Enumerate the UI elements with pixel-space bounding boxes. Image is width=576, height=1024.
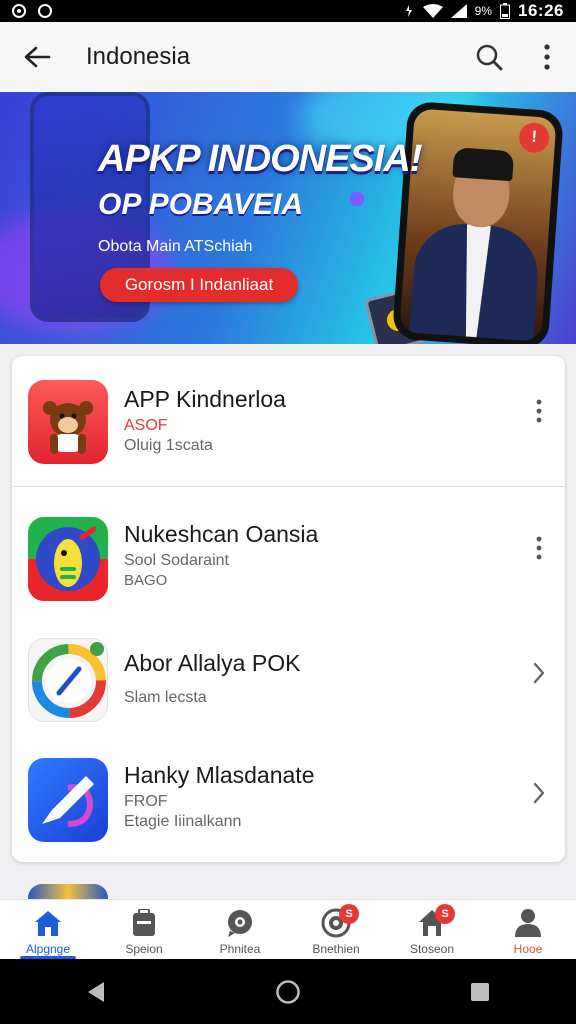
person-icon bbox=[515, 909, 541, 937]
nav-label: Phnitea bbox=[219, 942, 261, 956]
app-subtitle: Etagie Iiinalkann bbox=[124, 813, 242, 830]
home-icon bbox=[35, 911, 61, 936]
person-cap bbox=[452, 147, 515, 182]
nav-label: Hooe bbox=[513, 942, 543, 956]
system-home-button[interactable] bbox=[258, 962, 318, 1022]
chevron-right-icon bbox=[533, 782, 545, 804]
notification-badge: S bbox=[339, 904, 359, 924]
nav-label: Stoseon bbox=[409, 942, 455, 956]
shape-decoration bbox=[348, 190, 366, 208]
more-options-button[interactable] bbox=[518, 22, 576, 92]
system-navigation-bar bbox=[0, 959, 576, 1024]
phone-badge: ! bbox=[518, 121, 551, 154]
app-subtitle: BAGO bbox=[124, 572, 168, 589]
banner-subtitle: OP POBAVEIA bbox=[98, 188, 304, 221]
system-recents-button[interactable] bbox=[450, 962, 510, 1022]
status-bar: 9% 16:26 bbox=[0, 0, 576, 22]
search-button[interactable] bbox=[460, 22, 518, 92]
app-title: Hanky Mlasdanate bbox=[124, 762, 315, 788]
vibrate-icon bbox=[405, 5, 412, 17]
nav-label: Bnethien bbox=[312, 942, 360, 956]
system-back-button[interactable] bbox=[66, 962, 126, 1022]
app-bar: Indonesia bbox=[0, 22, 576, 92]
monkey-app-icon bbox=[28, 380, 108, 464]
app-tag: ASOF bbox=[124, 417, 168, 434]
arrow-back-icon bbox=[24, 46, 51, 68]
nav-label: Alpgnge bbox=[25, 942, 71, 956]
banner-cta-button[interactable]: Gorosm I Indanliaat bbox=[100, 268, 298, 302]
battery-percent: 9% bbox=[474, 4, 493, 18]
app-more-button[interactable] bbox=[527, 396, 551, 426]
pen-app-icon bbox=[28, 758, 108, 842]
briefcase-icon bbox=[133, 909, 155, 936]
colorful-app-icon bbox=[28, 517, 108, 601]
list-item[interactable]: Hanky Mlasdanate FROF Etagie Iiinalkann bbox=[12, 732, 565, 860]
signal-icon bbox=[450, 4, 467, 18]
app-open-button[interactable] bbox=[527, 778, 551, 808]
list-item[interactable]: Abor Allalya POK Slam lecsta bbox=[12, 612, 565, 732]
app-circle-icon bbox=[38, 4, 52, 18]
app-subtitle: Oluig 1scata bbox=[124, 437, 213, 454]
app-subtitle: Slam lecsta bbox=[124, 689, 207, 706]
list-item[interactable]: Nukeshcan Oansia Sool Sodaraint BAGO bbox=[12, 487, 565, 612]
nav-item-speion[interactable]: Speion bbox=[96, 900, 192, 959]
more-vert-icon bbox=[536, 399, 542, 423]
bottom-navigation: Alpgnge Speion Phnitea S Bnethien S Stos… bbox=[0, 899, 576, 959]
promo-banner[interactable]: ! APKP INDONESIA! OP POBAVEIA Obota Main… bbox=[0, 92, 576, 344]
back-triangle-icon bbox=[88, 981, 104, 1002]
app-open-button[interactable] bbox=[527, 658, 551, 688]
chat-icon bbox=[228, 910, 252, 937]
banner-title: APKP INDONESIA! bbox=[98, 138, 423, 180]
nav-item-phnitea[interactable]: Phnitea bbox=[192, 900, 288, 959]
search-icon bbox=[476, 44, 503, 71]
app-tag: FROF bbox=[124, 793, 168, 810]
app-title: Nukeshcan Oansia bbox=[124, 521, 319, 547]
nav-item-stoseon[interactable]: S Stoseon bbox=[384, 900, 480, 959]
nav-item-home[interactable]: Alpgnge bbox=[0, 900, 96, 959]
notification-icon bbox=[12, 4, 26, 18]
nav-item-hooe[interactable]: Hooe bbox=[480, 900, 576, 959]
app-title: Abor Allalya POK bbox=[124, 650, 301, 676]
home-circle-icon bbox=[276, 979, 300, 1004]
app-list-card: APP Kindnerloa ASOF Oluig 1scata Nukeshc… bbox=[12, 356, 565, 862]
recents-square-icon bbox=[471, 982, 489, 1001]
wifi-icon bbox=[422, 4, 443, 18]
page-title: Indonesia bbox=[86, 43, 191, 70]
compass-app-icon bbox=[28, 638, 108, 722]
list-item[interactable]: APP Kindnerloa ASOF Oluig 1scata bbox=[12, 356, 565, 486]
more-vert-icon bbox=[536, 536, 542, 560]
notification-badge: S bbox=[435, 904, 455, 924]
battery-icon bbox=[500, 3, 511, 19]
more-vert-icon bbox=[544, 44, 550, 70]
nav-label: Speion bbox=[125, 942, 163, 956]
banner-small-text: Obota Main ATSchiah bbox=[98, 238, 253, 255]
app-more-button[interactable] bbox=[527, 533, 551, 563]
status-time: 16:26 bbox=[518, 1, 564, 20]
app-tag: Sool Sodaraint bbox=[124, 552, 229, 569]
app-title: APP Kindnerloa bbox=[124, 386, 286, 412]
nav-item-bnethien[interactable]: S Bnethien bbox=[288, 900, 384, 959]
chevron-right-icon bbox=[533, 662, 545, 684]
back-button[interactable] bbox=[0, 22, 74, 92]
